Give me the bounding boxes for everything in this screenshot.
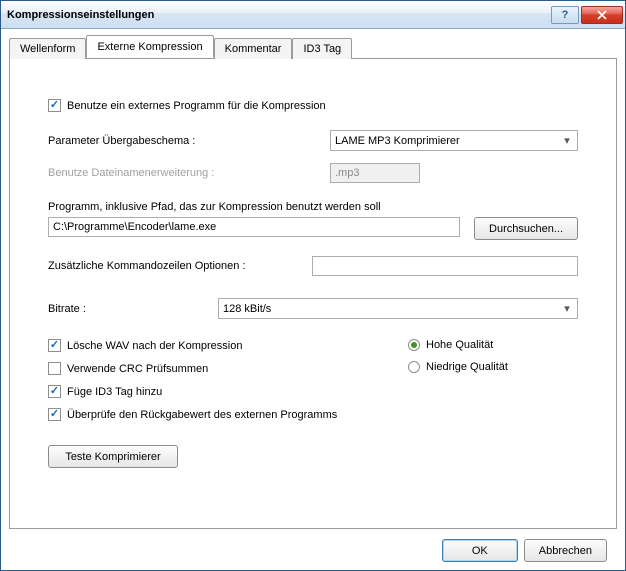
tab-id3[interactable]: ID3 Tag (292, 38, 352, 59)
tab-kommentar[interactable]: Kommentar (214, 38, 293, 59)
crc-label: Verwende CRC Prüfsummen (67, 363, 208, 375)
delete-wav-checkbox[interactable] (48, 339, 61, 352)
tab-panel-externe: Benutze ein externes Programm für die Ko… (9, 58, 617, 529)
titlebar: Kompressionseinstellungen ? (1, 1, 625, 29)
low-quality-radio[interactable] (408, 361, 420, 373)
tab-wellenform[interactable]: Wellenform (9, 38, 86, 59)
high-quality-label: Hohe Qualität (426, 339, 493, 351)
use-external-checkbox[interactable] (48, 99, 61, 112)
chevron-down-icon: ▾ (561, 134, 573, 147)
crc-checkbox[interactable] (48, 362, 61, 375)
ext-label: Benutze Dateinamenerweiterung : (48, 167, 330, 179)
program-path-value: C:\Programme\Encoder\lame.exe (53, 221, 216, 233)
tab-strip: Wellenform Externe Kompression Kommentar… (9, 35, 617, 58)
check-return-checkbox[interactable] (48, 408, 61, 421)
ext-input: .mp3 (330, 163, 420, 183)
test-compressor-button[interactable]: Teste Komprimierer (48, 445, 178, 468)
titlebar-buttons: ? (551, 6, 623, 24)
param-scheme-combo[interactable]: LAME MP3 Komprimierer ▾ (330, 130, 578, 151)
client-area: Wellenform Externe Kompression Kommentar… (1, 29, 625, 570)
bitrate-label: Bitrate : (48, 303, 218, 315)
window-title: Kompressionseinstellungen (7, 9, 551, 21)
close-button[interactable] (581, 6, 623, 24)
program-path-label: Programm, inklusive Pfad, das zur Kompre… (48, 201, 578, 213)
dialog-window: Kompressionseinstellungen ? Wellenform E… (0, 0, 626, 571)
use-external-label: Benutze ein externes Programm für die Ko… (67, 100, 326, 112)
low-quality-label: Niedrige Qualität (426, 361, 508, 373)
high-quality-radio[interactable] (408, 339, 420, 351)
extra-cmd-input[interactable] (312, 256, 578, 276)
help-icon: ? (560, 10, 570, 20)
check-return-label: Überprüfe den Rückgabewert des externen … (67, 409, 337, 421)
program-path-input[interactable]: C:\Programme\Encoder\lame.exe (48, 217, 460, 237)
svg-text:?: ? (562, 10, 569, 20)
extra-cmd-label: Zusätzliche Kommandozeilen Optionen : (48, 260, 312, 272)
delete-wav-label: Lösche WAV nach der Kompression (67, 340, 242, 352)
id3-checkbox[interactable] (48, 385, 61, 398)
dialog-footer: OK Abbrechen (9, 529, 617, 562)
cancel-button[interactable]: Abbrechen (524, 539, 607, 562)
param-scheme-value: LAME MP3 Komprimierer (335, 135, 561, 147)
ok-button[interactable]: OK (442, 539, 518, 562)
ext-value: .mp3 (335, 167, 359, 179)
chevron-down-icon: ▾ (561, 302, 573, 315)
bitrate-combo[interactable]: 128 kBit/s ▾ (218, 298, 578, 319)
param-scheme-label: Parameter Übergabeschema : (48, 135, 330, 147)
browse-button[interactable]: Durchsuchen... (474, 217, 578, 240)
id3-label: Füge ID3 Tag hinzu (67, 386, 162, 398)
bitrate-value: 128 kBit/s (223, 303, 561, 315)
help-button[interactable]: ? (551, 6, 579, 24)
close-icon (597, 10, 607, 20)
tab-externe-kompression[interactable]: Externe Kompression (86, 35, 213, 58)
